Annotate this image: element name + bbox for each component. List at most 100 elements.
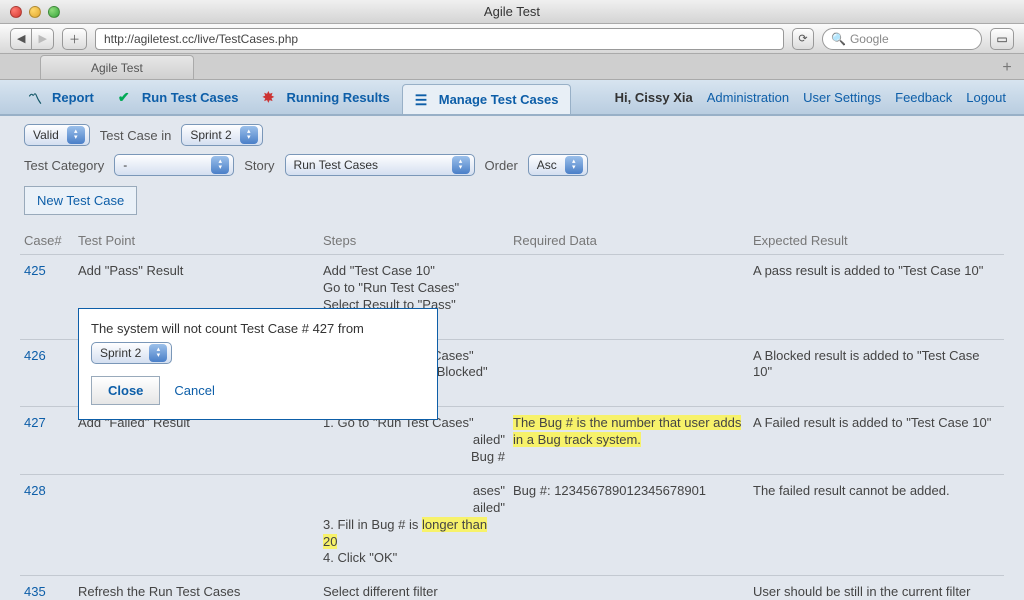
browser-toolbar: ◀ ▶ ＋ http://agiletest.cc/live/TestCases…	[0, 24, 1024, 54]
nav-label: Run Test Cases	[142, 90, 239, 105]
table-row: 435 Refresh the Run Test Cases Select di…	[20, 576, 1004, 600]
back-button[interactable]: ◀	[10, 28, 31, 50]
browser-tab-agile-test[interactable]: Agile Test	[40, 55, 194, 79]
chevron-updown-icon: ▴▾	[211, 156, 229, 174]
link-user-settings[interactable]: User Settings	[803, 90, 881, 105]
url-field[interactable]: http://agiletest.cc/live/TestCases.php	[95, 28, 784, 50]
expected-cell: A Failed result is added to "Test Case 1…	[749, 407, 1004, 475]
dialog-cancel-link[interactable]: Cancel	[174, 383, 214, 398]
order-select[interactable]: Asc ▴▾	[528, 154, 588, 176]
required-data-cell: The Bug # is the number that user adds i…	[509, 407, 749, 475]
nav-run-test-cases[interactable]: ✔ Run Test Cases	[106, 80, 251, 114]
case-link[interactable]: 425	[20, 255, 74, 340]
step-line: ases"	[323, 483, 505, 500]
case-link[interactable]: 435	[20, 576, 74, 600]
link-administration[interactable]: Administration	[707, 90, 789, 105]
case-link[interactable]: 428	[20, 474, 74, 575]
link-logout[interactable]: Logout	[966, 90, 1006, 105]
col-required-data: Required Data	[509, 227, 749, 255]
nav-label: Manage Test Cases	[439, 92, 559, 107]
expected-cell: A pass result is added to "Test Case 10"	[749, 255, 1004, 340]
select-value: Asc	[537, 158, 557, 172]
filter-row-2: Test Category - ▴▾ Story Run Test Cases …	[0, 150, 1024, 186]
col-test-point: Test Point	[74, 227, 319, 255]
browser-tabbar: Agile Test +	[0, 54, 1024, 80]
expected-cell: The failed result cannot be added.	[749, 474, 1004, 575]
greeting: Hi, Cissy Xia	[615, 90, 693, 105]
test-point-cell	[74, 474, 319, 575]
bug-icon: ✸	[262, 89, 280, 105]
case-in-label: Test Case in	[100, 128, 172, 143]
add-bookmark-button[interactable]: ＋	[62, 28, 87, 50]
select-value: -	[123, 158, 203, 172]
col-case: Case#	[20, 227, 74, 255]
step-line: ailed"	[323, 432, 505, 449]
step-line: 3. Fill in Bug # is longer than 20	[323, 517, 505, 551]
new-tab-button[interactable]: +	[994, 59, 1020, 79]
nav-right: Hi, Cissy Xia Administration User Settin…	[615, 80, 1024, 114]
clipboard-icon: ☰	[415, 92, 433, 108]
test-point-cell: Refresh the Run Test Cases	[74, 576, 319, 600]
expected-cell: A Blocked result is added to "Test Case …	[749, 339, 1004, 407]
nav-report[interactable]: 〽 Report	[16, 80, 106, 114]
browser-search-field[interactable]: 🔍 Google	[822, 28, 982, 50]
select-value: Run Test Cases	[294, 158, 444, 172]
validity-select[interactable]: Valid ▴▾	[24, 124, 90, 146]
test-category-label: Test Category	[24, 158, 104, 173]
forward-button[interactable]: ▶	[31, 28, 53, 50]
story-label: Story	[244, 158, 274, 173]
minimize-window-icon[interactable]	[29, 6, 41, 18]
required-data-cell	[509, 576, 749, 600]
window-controls	[10, 6, 60, 18]
case-link[interactable]: 426	[20, 339, 74, 407]
nav-manage-test-cases[interactable]: ☰ Manage Test Cases	[402, 84, 572, 114]
table-row: 428 ases" ailed" 3. Fill in Bug # is lon…	[20, 474, 1004, 575]
select-value: Sprint 2	[100, 346, 141, 360]
close-window-icon[interactable]	[10, 6, 22, 18]
nav-label: Report	[52, 90, 94, 105]
order-label: Order	[485, 158, 518, 173]
step-line: 4. Click "OK"	[323, 550, 505, 567]
page-content: 〽 Report ✔ Run Test Cases ✸ Running Resu…	[0, 80, 1024, 600]
nav-label: Running Results	[286, 90, 389, 105]
expected-cell: User should be still in the current filt…	[749, 576, 1004, 600]
chevron-updown-icon: ▴▾	[452, 156, 470, 174]
story-select[interactable]: Run Test Cases ▴▾	[285, 154, 475, 176]
filter-row-1: Valid ▴▾ Test Case in Sprint 2 ▴▾	[0, 116, 1024, 150]
category-select[interactable]: - ▴▾	[114, 154, 234, 176]
required-data-cell	[509, 339, 749, 407]
search-placeholder: Google	[850, 32, 889, 46]
case-link[interactable]: 427	[20, 407, 74, 475]
required-data-cell: Bug #: 123456789012345678901	[509, 474, 749, 575]
highlighted-text: The Bug # is the number that user adds i…	[513, 415, 741, 447]
steps-cell: Select different filter combination, and…	[319, 576, 509, 600]
search-icon: 🔍	[831, 32, 846, 46]
new-test-case-button[interactable]: New Test Case	[24, 186, 137, 215]
required-data-cell	[509, 255, 749, 340]
delete-case-dialog: The system will not count Test Case # 42…	[78, 308, 438, 420]
dialog-close-button[interactable]: Close	[91, 376, 160, 405]
link-feedback[interactable]: Feedback	[895, 90, 952, 105]
reload-button[interactable]: ⟳	[792, 28, 814, 50]
steps-cell: ases" ailed" 3. Fill in Bug # is longer …	[319, 474, 509, 575]
chart-icon: 〽	[28, 89, 46, 105]
select-value: Valid	[33, 128, 59, 142]
nav-running-results[interactable]: ✸ Running Results	[250, 80, 401, 114]
chevron-updown-icon: ▴▾	[67, 126, 85, 144]
chevron-updown-icon: ▴▾	[149, 344, 167, 362]
window-titlebar: Agile Test	[0, 0, 1024, 24]
dialog-text: The system will not count Test Case # 42…	[91, 321, 364, 336]
toolbar-overflow-button[interactable]: ▭	[990, 28, 1014, 50]
zoom-window-icon[interactable]	[48, 6, 60, 18]
table-header-row: Case# Test Point Steps Required Data Exp…	[20, 227, 1004, 255]
chevron-updown-icon: ▴▾	[565, 156, 583, 174]
col-expected: Expected Result	[749, 227, 1004, 255]
window-title: Agile Test	[0, 4, 1024, 19]
dialog-sprint-select[interactable]: Sprint 2 ▴▾	[91, 342, 172, 364]
step-line: ailed"	[323, 500, 505, 517]
select-value: Sprint 2	[190, 128, 231, 142]
chevron-updown-icon: ▴▾	[240, 126, 258, 144]
checklist-icon: ✔	[118, 89, 136, 105]
sprint-select[interactable]: Sprint 2 ▴▾	[181, 124, 262, 146]
app-nav: 〽 Report ✔ Run Test Cases ✸ Running Resu…	[0, 80, 1024, 116]
